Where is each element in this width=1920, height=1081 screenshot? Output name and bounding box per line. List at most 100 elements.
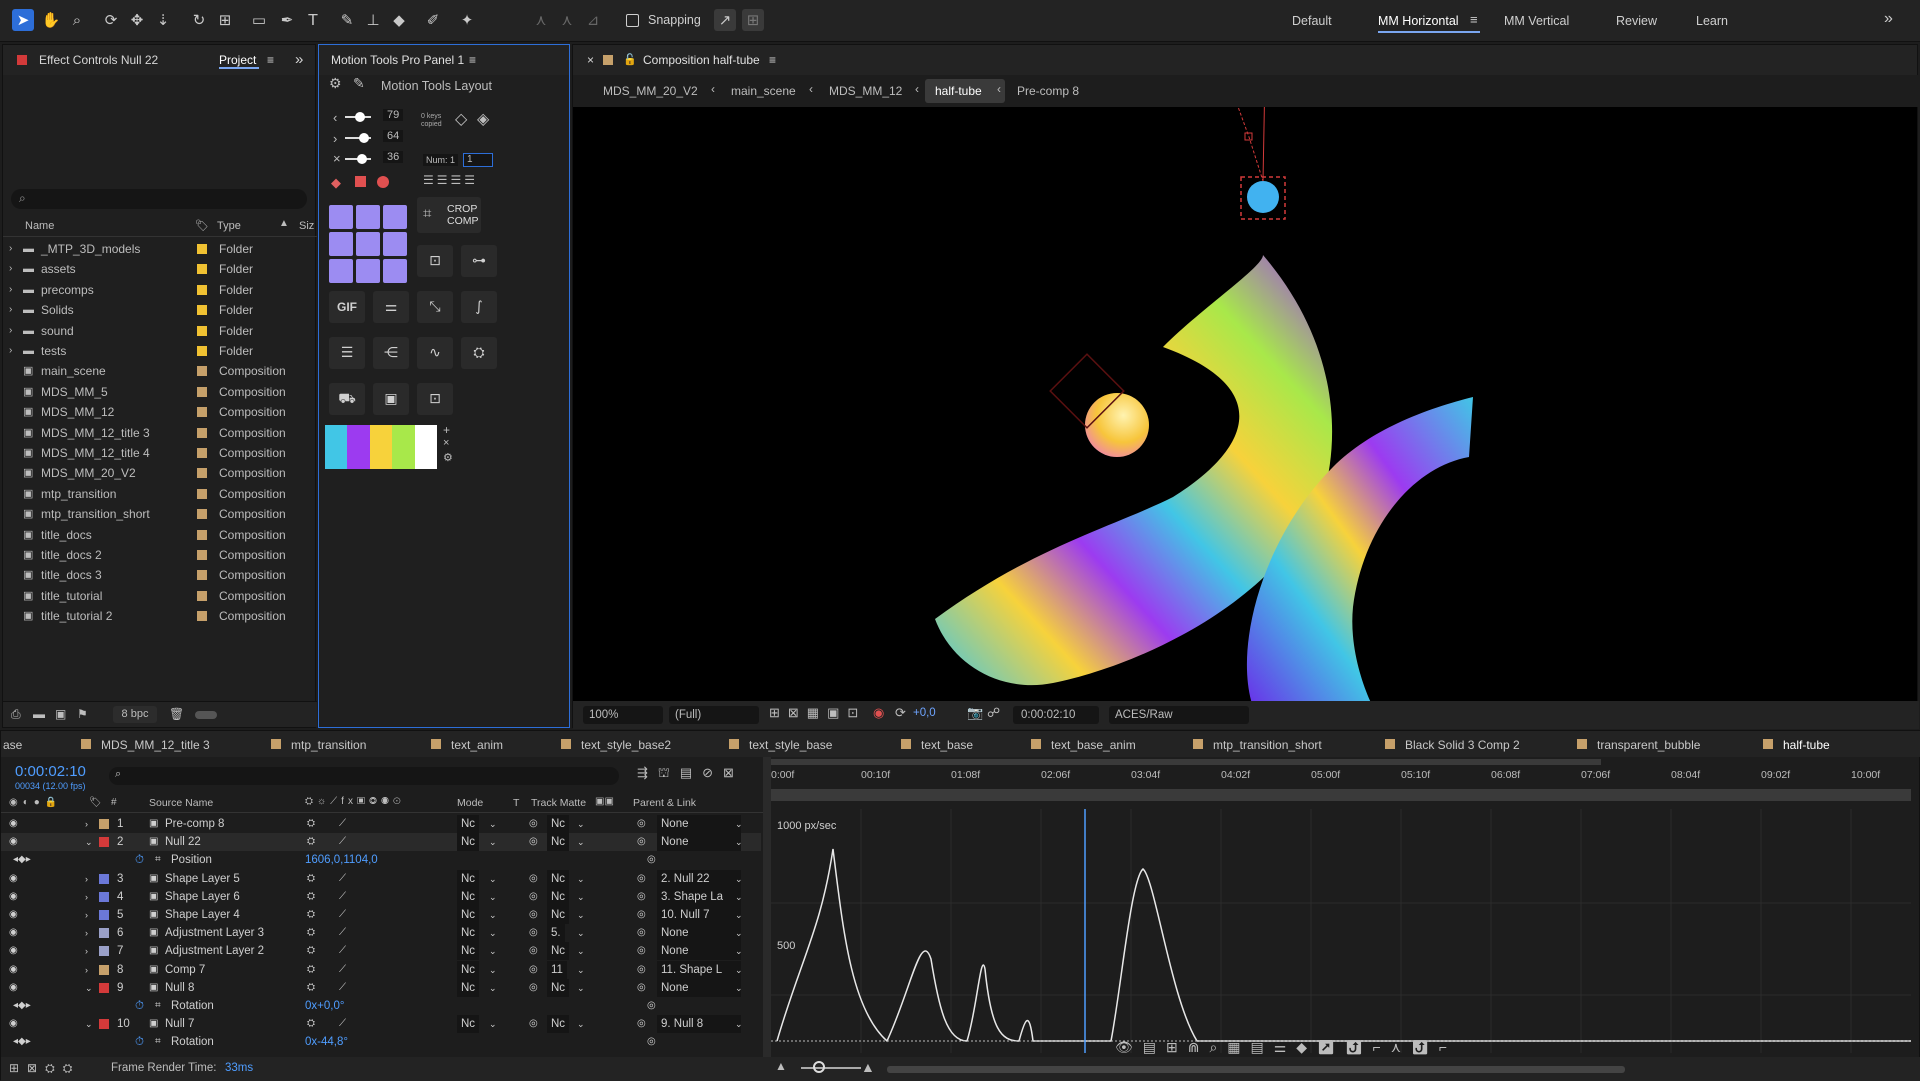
project-item[interactable]: ▣ MDS_MM_20_V2 Composition <box>3 463 317 483</box>
shy-switch-icon[interactable]: ⛭ <box>307 815 315 833</box>
label-swatch[interactable] <box>197 244 207 254</box>
layer-row[interactable]: ◉ ⌄ 2 ▣ Null 22 ⛭ ⟋ Nc ⌄ ◎ Nc ⌄ ◎ None ⌄ <box>1 833 761 852</box>
project-item[interactable]: ▣ title_tutorial 2 Composition <box>3 606 317 626</box>
zoom-out-icon[interactable]: ▲ <box>775 1059 787 1073</box>
label-swatch[interactable] <box>197 325 207 336</box>
quality-switch-icon[interactable]: ⟋ <box>339 1015 346 1033</box>
workspace-menu-icon[interactable]: ≡ <box>1470 12 1478 27</box>
timeline-tab[interactable]: ase <box>3 738 22 752</box>
exposure-icon[interactable]: ⟳ <box>895 705 906 721</box>
label-swatch[interactable] <box>197 550 207 560</box>
anchor-top-right[interactable] <box>383 205 407 229</box>
anchor-bottom-left[interactable] <box>329 259 353 283</box>
graph-editor[interactable]: 1000 px/sec 500 <box>771 809 1911 1053</box>
anchor-left[interactable] <box>329 232 353 256</box>
rectangle-tool-icon[interactable]: ▭ <box>248 9 270 31</box>
show-snapshot-icon[interactable]: ☍ <box>987 705 1000 721</box>
layer-mode-select[interactable]: Nc <box>457 942 480 961</box>
anchor-right[interactable] <box>383 232 407 256</box>
edit-layout-icon[interactable]: ✎ <box>353 75 365 92</box>
pen-tool-icon[interactable]: ✒ <box>276 9 298 31</box>
preserve-icon[interactable]: ◎ <box>529 961 538 979</box>
layer-mode-select[interactable]: Nc <box>457 833 480 852</box>
layer-row[interactable]: ◉ › 1 ▣ Pre-comp 8 ⛭ ⟋ Nc ⌄ ◎ Nc ⌄ ◎ None ⌄ <box>1 815 761 833</box>
composition-tab[interactable]: Composition half-tube <box>643 45 760 75</box>
preserve-icon[interactable]: ◎ <box>529 888 538 906</box>
label-swatch[interactable] <box>197 346 207 356</box>
shy-switch-icon[interactable]: ⛭ <box>307 1015 315 1033</box>
layer-name[interactable]: Null 22 <box>165 833 201 851</box>
expand-icon[interactable]: ⌄ <box>85 833 93 851</box>
track-matte-select[interactable]: Nc <box>547 1015 570 1034</box>
parent-select[interactable]: None <box>657 833 741 852</box>
shy-switch-icon[interactable]: ⛭ <box>307 906 315 924</box>
parent-select[interactable]: None <box>657 924 741 943</box>
color-space-select[interactable]: ACES/Raw <box>1109 706 1249 724</box>
anchor-center[interactable] <box>356 232 380 256</box>
project-item[interactable]: ▣ MDS_MM_12_title 4 Composition <box>3 443 317 463</box>
comp-menu-icon[interactable]: ≡ <box>769 45 776 75</box>
keyframe-marker-icon[interactable]: ◆ <box>331 175 341 191</box>
pickwhip-icon[interactable]: ◎ <box>637 906 646 924</box>
expand-icon[interactable]: › <box>85 961 88 979</box>
close-tab-icon[interactable]: × <box>587 45 594 75</box>
track-matte-select[interactable]: 5. <box>547 924 565 943</box>
gear-icon[interactable]: ⚙ <box>329 75 342 92</box>
preserve-icon[interactable]: ◎ <box>529 1015 538 1033</box>
chevron-right-icon[interactable]: › <box>9 341 12 361</box>
project-item[interactable]: › ▬ Solids Folder <box>3 300 317 320</box>
layer-name[interactable]: Comp 7 <box>165 961 205 979</box>
chevron-right-icon[interactable]: › <box>9 280 12 300</box>
layer-mode-select[interactable]: Nc <box>457 960 480 979</box>
timeline-tab[interactable]: Black Solid 3 Comp 2 <box>1405 738 1520 752</box>
puppet-tool-icon[interactable]: ✦ <box>456 9 478 31</box>
timeline-timecode[interactable]: 0:00:02:10 <box>15 763 86 780</box>
layer-row[interactable]: ◉ ⌄ 10 ▣ Null 7 ⛭ ⟋ Nc ⌄ ◎ Nc ⌄ ◎ 9. Null 8 ⌄ <box>1 1015 761 1034</box>
align-icon[interactable]: ☰ <box>329 337 365 369</box>
project-item[interactable]: › ▬ assets Folder <box>3 259 317 279</box>
track-matte-select[interactable]: Nc <box>547 833 570 852</box>
layer-label-swatch[interactable] <box>99 1019 109 1030</box>
project-item[interactable]: ▣ main_scene Composition <box>3 361 317 381</box>
dolly-tool-icon[interactable]: ⇣ <box>152 9 174 31</box>
preserve-icon[interactable]: ◎ <box>529 870 538 888</box>
project-item[interactable]: ▣ title_docs 2 Composition <box>3 545 317 565</box>
color-wheel-icon[interactable]: ◉ <box>873 705 884 721</box>
layer-name[interactable]: Shape Layer 4 <box>165 906 240 924</box>
project-item[interactable]: ▣ title_docs Composition <box>3 525 317 545</box>
label-swatch[interactable] <box>197 590 207 601</box>
pickwhip-icon[interactable]: ◎ <box>637 888 646 906</box>
parent-select[interactable]: 11. Shape L <box>657 960 741 979</box>
null-handle[interactable] <box>1247 181 1279 213</box>
track-matte-select[interactable]: Nc <box>547 869 570 888</box>
quality-switch-icon[interactable]: ⟋ <box>339 979 346 997</box>
crumb-pre-comp-8[interactable]: Pre-comp 8 <box>1017 84 1079 98</box>
pickwhip-icon[interactable]: ◎ <box>637 924 646 942</box>
layer-label-swatch[interactable] <box>99 964 109 975</box>
zoom-slider[interactable] <box>195 711 217 719</box>
axis-local-icon[interactable]: ⋏ <box>530 9 552 31</box>
ease-in-icon[interactable]: ‹ <box>333 110 337 125</box>
preserve-icon[interactable]: ◎ <box>529 942 538 960</box>
timeline-search-input[interactable]: ⌕ <box>109 767 619 785</box>
ball-shape[interactable] <box>1085 393 1149 457</box>
layer-mode-select[interactable]: Nc <box>457 887 480 906</box>
exposure-value[interactable]: +0,0 <box>913 707 936 719</box>
project-item[interactable]: › ▬ _MTP_3D_models Folder <box>3 239 317 259</box>
curve-icon[interactable]: ∫ <box>461 291 497 323</box>
layer-row[interactable]: ◉ ⌄ 9 ▣ Null 8 ⛭ ⟋ Nc ⌄ ◎ Nc ⌄ ◎ None ⌄ <box>1 978 761 997</box>
expand-icon[interactable]: › <box>85 924 88 942</box>
anchor-top-left[interactable] <box>329 205 353 229</box>
wave-icon[interactable]: ∿ <box>417 337 453 369</box>
paste-keys-icon[interactable]: ◈ <box>477 109 489 129</box>
layer-mode-select[interactable]: Nc <box>457 906 480 924</box>
parent-select[interactable]: None <box>657 942 741 961</box>
label-swatch[interactable] <box>197 468 207 479</box>
timeline-tab[interactable]: mtp_transition_short <box>1213 738 1322 752</box>
layer-row[interactable]: ◉ › 6 ▣ Adjustment Layer 3 ⛭ ⟋ Nc ⌄ ◎ 5. ⌄ ◎ None ⌄ <box>1 924 761 943</box>
workspace-default[interactable]: Default <box>1292 14 1332 28</box>
ease-out-knob[interactable] <box>359 133 369 143</box>
layer-label-swatch[interactable] <box>99 819 109 829</box>
project-item[interactable]: › ▬ precomps Folder <box>3 280 317 300</box>
parent-select[interactable]: 3. Shape La <box>657 887 741 906</box>
